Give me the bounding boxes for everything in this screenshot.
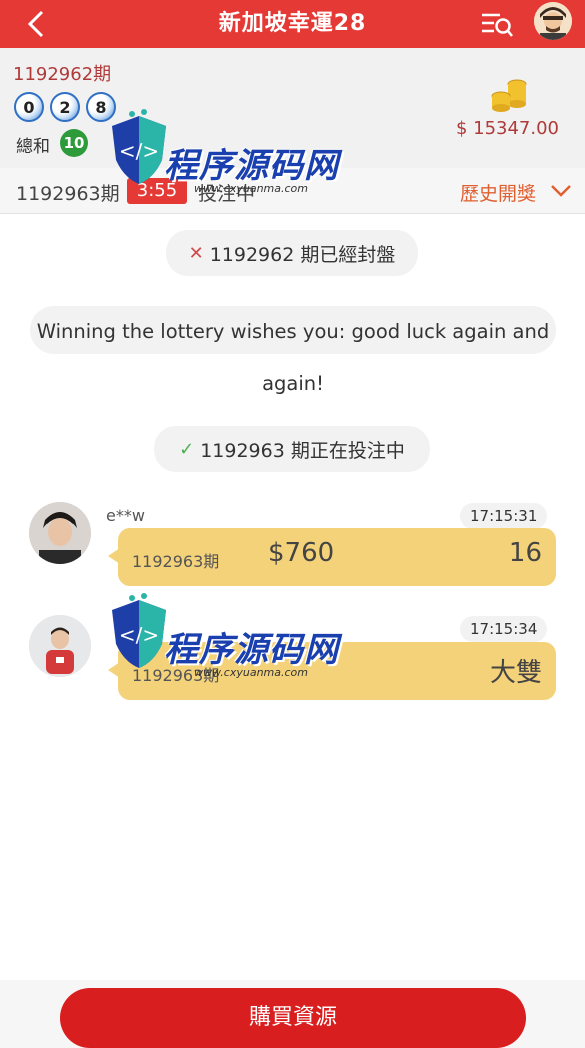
svg-text:</>: </>: [119, 139, 159, 163]
watermark-url: www.cxyuanma.com: [194, 666, 308, 679]
watermark-url: www.cxyuanma.com: [194, 182, 308, 195]
close-icon: ✕: [188, 242, 204, 264]
coins-icon: [491, 79, 527, 112]
buy-resource-button[interactable]: 購買資源: [60, 988, 526, 1048]
user-avatar[interactable]: [534, 2, 572, 40]
bet-pick: 大雙: [489, 658, 542, 688]
message-time: 17:15:31: [460, 503, 548, 529]
message-sender: e**w: [106, 506, 145, 525]
wish-message: Winning the lottery wishes you: good luc…: [36, 320, 550, 395]
avatar-icon: [29, 502, 91, 564]
open-notice: ✓ 1192963 期正在投注中: [154, 426, 430, 472]
avatar-icon: [534, 2, 572, 40]
bubble-tail: [108, 548, 120, 564]
watermark-text: 程序源码网: [164, 630, 339, 670]
result-ball: 2: [50, 92, 80, 122]
chevron-down-icon[interactable]: [549, 181, 573, 201]
closed-notice: ✕ 1192962 期已經封盤: [166, 230, 418, 276]
sum-badge: 10: [60, 129, 88, 157]
previous-period: 1192962期: [13, 64, 112, 85]
watermark: </> 程序源码网 www.cxyuanma.com: [104, 108, 354, 208]
history-link[interactable]: 歷史開獎: [460, 179, 536, 206]
balance-amount: $ 15347.00: [455, 118, 559, 139]
svg-text:</>: </>: [119, 623, 159, 647]
bet-period: 1192963期: [132, 552, 220, 571]
open-notice-text: 1192963 期正在投注中: [200, 439, 405, 462]
bet-bubble[interactable]: 1192963期 $760 16: [108, 528, 556, 586]
sum-label: 總和: [16, 137, 50, 157]
watermark-text: 程序源码网: [164, 146, 339, 186]
bet-pick: 16: [508, 538, 542, 568]
list-search-icon: [482, 13, 513, 37]
closed-notice-text: 1192962 期已經封盤: [209, 243, 396, 266]
result-balls: 0 2 8: [14, 92, 116, 122]
bet-amount: $760: [268, 538, 335, 568]
result-ball: 0: [14, 92, 44, 122]
app-header: 新加坡幸運28: [0, 0, 585, 48]
check-icon: ✓: [179, 438, 195, 460]
history-search-button[interactable]: [478, 6, 516, 42]
watermark: </> 程序源码网 www.cxyuanma.com: [104, 592, 354, 692]
message-time: 17:15:34: [460, 616, 548, 642]
avatar[interactable]: [29, 502, 91, 564]
avatar-icon: [29, 615, 91, 677]
avatar[interactable]: [29, 615, 91, 677]
